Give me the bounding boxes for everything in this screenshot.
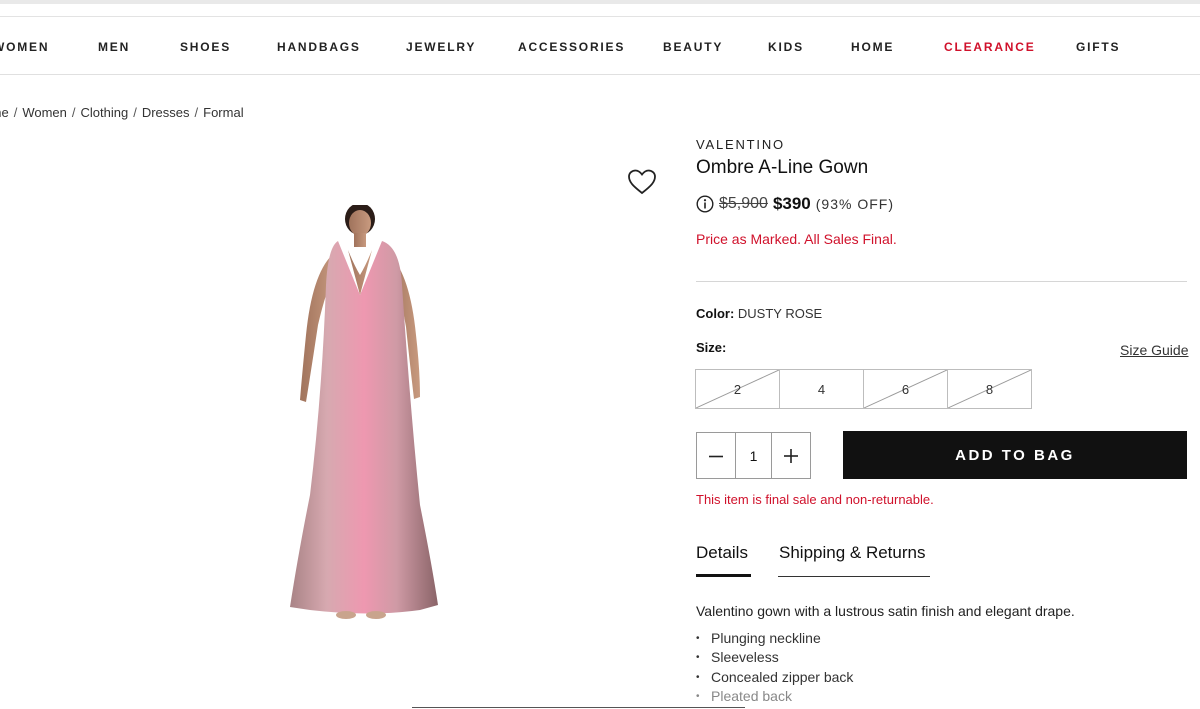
heart-outline-icon[interactable] — [627, 168, 657, 196]
active-tab-indicator — [696, 574, 751, 577]
info-circle-icon[interactable] — [696, 195, 714, 213]
color-label: Color: — [696, 306, 735, 321]
nav-beauty[interactable]: BEAUTY — [663, 40, 723, 54]
minus-icon — [709, 455, 723, 457]
size-guide-link[interactable]: Size Guide — [1120, 342, 1188, 358]
breadcrumb-separator: / — [71, 105, 76, 120]
nav-gifts[interactable]: GIFTS — [1076, 40, 1120, 54]
tab-shipping-returns[interactable]: Shipping & Returns — [779, 543, 925, 563]
breadcrumb-clothing[interactable]: Clothing — [81, 105, 129, 120]
size-selector: 2 4 6 8 — [695, 369, 1032, 409]
tab-underline — [778, 576, 930, 577]
final-sale-note: This item is final sale and non-returnab… — [696, 492, 934, 507]
breadcrumb-women[interactable]: Women — [22, 105, 67, 120]
nav-kids[interactable]: KIDS — [768, 40, 804, 54]
breadcrumb-separator: / — [133, 105, 137, 120]
nav-men[interactable]: MEN — [98, 40, 130, 54]
list-item: Plunging neckline — [696, 629, 853, 649]
section-divider — [696, 281, 1187, 282]
size-option-8[interactable]: 8 — [947, 369, 1032, 409]
nav-handbags[interactable]: HANDBAGS — [277, 40, 361, 54]
breadcrumb-home[interactable]: Home — [0, 105, 9, 120]
list-item: Pleated back — [696, 687, 853, 707]
quantity-value[interactable]: 1 — [735, 433, 772, 478]
plus-icon — [784, 448, 798, 463]
size-option-2[interactable]: 2 — [695, 369, 780, 409]
size-option-label: 6 — [901, 381, 910, 397]
price-row: $5,900 $390 (93% OFF) — [696, 193, 894, 215]
list-item: Concealed zipper back — [696, 668, 853, 688]
nav-accessories[interactable]: ACCESSORIES — [518, 40, 625, 54]
size-option-label: 4 — [817, 381, 826, 397]
breadcrumb-separator: / — [13, 105, 18, 120]
size-option-label: 2 — [733, 381, 742, 397]
original-price: $5,900 — [719, 195, 768, 212]
breadcrumb-separator: / — [194, 105, 199, 120]
quantity-increase-button[interactable] — [772, 433, 810, 478]
size-option-4[interactable]: 4 — [779, 369, 864, 409]
bottom-divider — [412, 707, 745, 708]
product-description: Valentino gown with a lustrous satin fin… — [696, 603, 1075, 619]
top-border — [0, 0, 1200, 4]
list-item: Sleeveless — [696, 648, 853, 668]
color-value: DUSTY ROSE — [737, 306, 823, 321]
price-note: Price as Marked. All Sales Final. — [696, 231, 897, 247]
sale-price: $390 — [772, 194, 811, 213]
breadcrumb: Home / Women / Clothing / Dresses / Formal — [0, 105, 244, 120]
quantity-decrease-button[interactable] — [697, 433, 735, 478]
product-title: Ombre A-Line Gown — [696, 157, 869, 178]
percent-off: (93% OFF) — [815, 196, 894, 212]
size-label: Size: — [696, 340, 727, 355]
product-image[interactable] — [270, 205, 460, 625]
nav-clearance[interactable]: CLEARANCE — [944, 40, 1036, 54]
size-option-6[interactable]: 6 — [863, 369, 948, 409]
nav-shoes[interactable]: SHOES — [180, 40, 231, 54]
color-row: Color: DUSTY ROSE — [696, 306, 822, 321]
quantity-stepper: 1 — [696, 432, 811, 479]
breadcrumb-formal[interactable]: Formal — [203, 105, 243, 120]
product-brand[interactable]: VALENTINO — [696, 137, 785, 152]
nav-home[interactable]: HOME — [851, 40, 894, 54]
add-to-bag-button[interactable]: ADD TO BAG — [843, 431, 1187, 479]
nav-jewelry[interactable]: JEWELRY — [406, 40, 476, 54]
feature-list: Plunging neckline Sleeveless Concealed z… — [696, 629, 853, 706]
nav-women[interactable]: WOMEN — [0, 40, 49, 54]
breadcrumb-dresses[interactable]: Dresses — [142, 105, 190, 120]
tab-details[interactable]: Details — [696, 543, 748, 563]
main-navigation: WOMEN MEN SHOES HANDBAGS JEWELRY ACCESSO… — [0, 17, 1200, 75]
size-option-label: 8 — [985, 381, 994, 397]
